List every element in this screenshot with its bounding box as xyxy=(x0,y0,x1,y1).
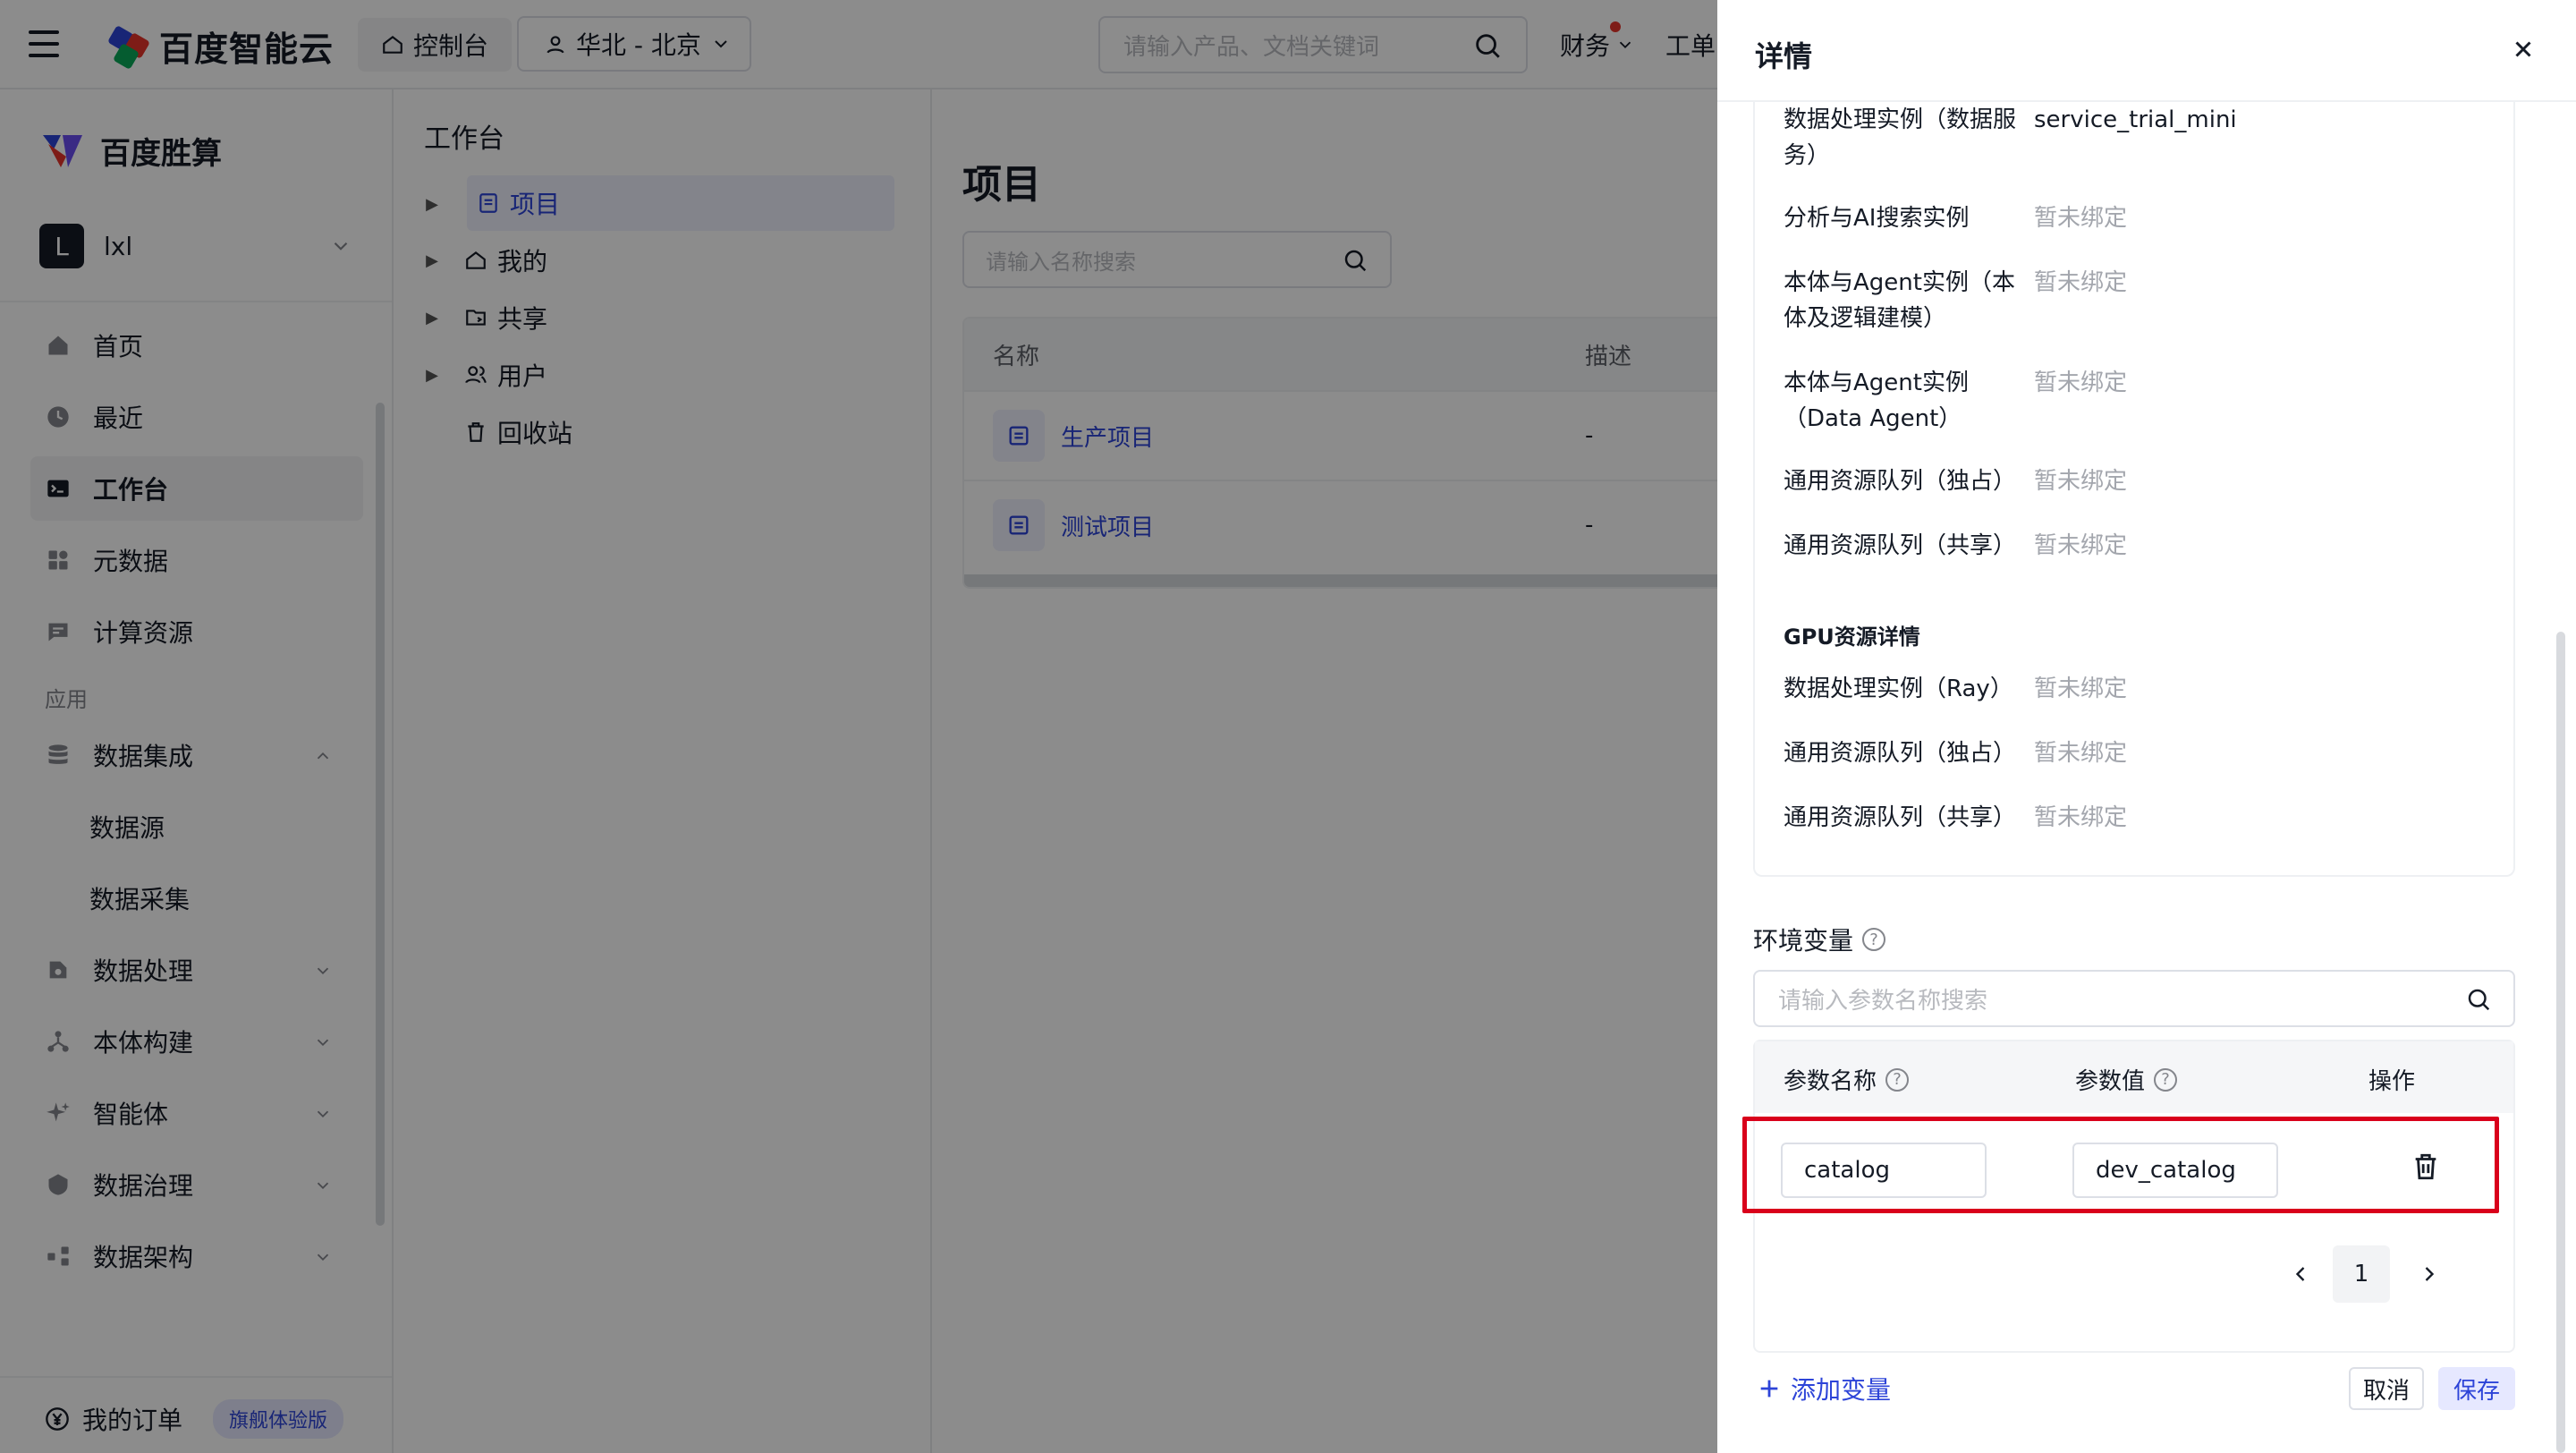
info-key: 数据处理实例（数据服务） xyxy=(1784,106,2017,169)
help-icon[interactable]: ? xyxy=(2154,1067,2178,1092)
plus-icon xyxy=(1760,1380,1778,1398)
info-row: 通用资源队列（共享） 暂未绑定 xyxy=(1784,800,2127,836)
page-number[interactable]: 1 xyxy=(2333,1245,2390,1303)
drawer-title: 详情 xyxy=(1755,39,1813,73)
column-label: 参数值 xyxy=(2075,1068,2146,1095)
info-row: 数据处理实例（数据服务） service_trial_mini xyxy=(1784,102,2237,174)
column-header-param-value: 参数值 ? xyxy=(2075,1063,2178,1096)
cancel-button[interactable]: 取消 xyxy=(2349,1367,2424,1410)
add-variable-button[interactable]: 添加变量 xyxy=(1757,1371,1891,1406)
pagination: 1 xyxy=(1755,1245,2513,1303)
env-search-input[interactable]: 请输入参数名称搜索 xyxy=(1753,970,2515,1027)
info-value: 暂未绑定 xyxy=(2034,205,2128,232)
save-button[interactable]: 保存 xyxy=(2438,1367,2515,1410)
info-key: 通用资源队列（独占） xyxy=(1784,740,2017,767)
info-key: 本体与Agent实例（本体及逻辑建模） xyxy=(1784,269,2015,332)
env-variables-table: 参数名称 ? 参数值 ? 操作 catalog dev_catalog 1 xyxy=(1742,1040,2515,1353)
column-label: 参数名称 xyxy=(1784,1068,1877,1095)
drawer-header: 详情 xyxy=(1717,0,2576,102)
close-icon[interactable] xyxy=(2510,36,2537,66)
param-name-input[interactable]: catalog xyxy=(1781,1143,1987,1198)
gpu-section-title: GPU资源详情 xyxy=(1784,625,1920,650)
env-variables-heading: 环境变量 ? xyxy=(1753,922,1886,957)
info-key: 数据处理实例（Ray） xyxy=(1784,676,2013,702)
table-header: 参数名称 ? 参数值 ? 操作 xyxy=(1755,1041,2513,1113)
info-row: 分析与AI搜索实例 暂未绑定 xyxy=(1784,200,2127,236)
param-value-input[interactable]: dev_catalog xyxy=(2072,1143,2278,1198)
info-value: 暂未绑定 xyxy=(2034,269,2128,296)
info-row: 本体与Agent实例（本体及逻辑建模） 暂未绑定 xyxy=(1784,265,2127,336)
info-value: 暂未绑定 xyxy=(2034,740,2128,767)
info-key: 通用资源队列（共享） xyxy=(1784,532,2017,559)
help-icon[interactable]: ? xyxy=(1885,1067,1910,1092)
info-key: 通用资源队列（独占） xyxy=(1784,468,2017,495)
info-row: 通用资源队列（共享） 暂未绑定 xyxy=(1784,528,2127,564)
env-search-placeholder: 请输入参数名称搜索 xyxy=(1778,987,1988,1015)
info-key: 分析与AI搜索实例 xyxy=(1784,205,1970,232)
delete-icon[interactable] xyxy=(2411,1151,2441,1185)
column-header-param-name: 参数名称 ? xyxy=(1784,1063,1910,1096)
info-row: 本体与Agent实例（Data Agent） 暂未绑定 xyxy=(1784,365,2127,437)
drawer-scrollbar[interactable] xyxy=(2556,632,2565,1453)
info-value: service_trial_mini xyxy=(2034,106,2237,133)
param-name-value: catalog xyxy=(1804,1157,1890,1184)
info-value: 暂未绑定 xyxy=(2034,370,2128,396)
info-value: 暂未绑定 xyxy=(2034,532,2128,559)
add-variable-label: 添加变量 xyxy=(1791,1375,1892,1405)
info-row: 通用资源队列（独占） 暂未绑定 xyxy=(1784,463,2127,499)
info-value: 暂未绑定 xyxy=(2034,676,2128,702)
info-value: 暂未绑定 xyxy=(2034,468,2128,495)
info-row: 通用资源队列（独占） 暂未绑定 xyxy=(1784,735,2127,771)
chevron-right-icon[interactable] xyxy=(2417,1262,2442,1287)
search-icon[interactable] xyxy=(2465,986,2492,1013)
info-key: 本体与Agent实例（Data Agent） xyxy=(1784,370,1969,432)
info-value: 暂未绑定 xyxy=(2034,804,2128,831)
instance-info-card: 数据处理实例（数据服务） service_trial_mini 分析与AI搜索实… xyxy=(1753,102,2515,877)
help-icon[interactable]: ? xyxy=(1862,928,1886,951)
highlighted-env-row: catalog dev_catalog xyxy=(1742,1117,2499,1213)
modal-overlay[interactable] xyxy=(0,0,1717,1453)
details-drawer: 详情 数据处理实例（数据服务） service_trial_mini 分析与AI… xyxy=(1717,0,2576,1453)
info-key: 通用资源队列（共享） xyxy=(1784,804,2017,831)
info-row: 数据处理实例（Ray） 暂未绑定 xyxy=(1784,671,2127,707)
chevron-left-icon[interactable] xyxy=(2288,1262,2313,1287)
env-label-text: 环境变量 xyxy=(1753,926,1854,956)
param-value-value: dev_catalog xyxy=(2096,1157,2236,1184)
column-header-actions: 操作 xyxy=(2368,1068,2416,1095)
